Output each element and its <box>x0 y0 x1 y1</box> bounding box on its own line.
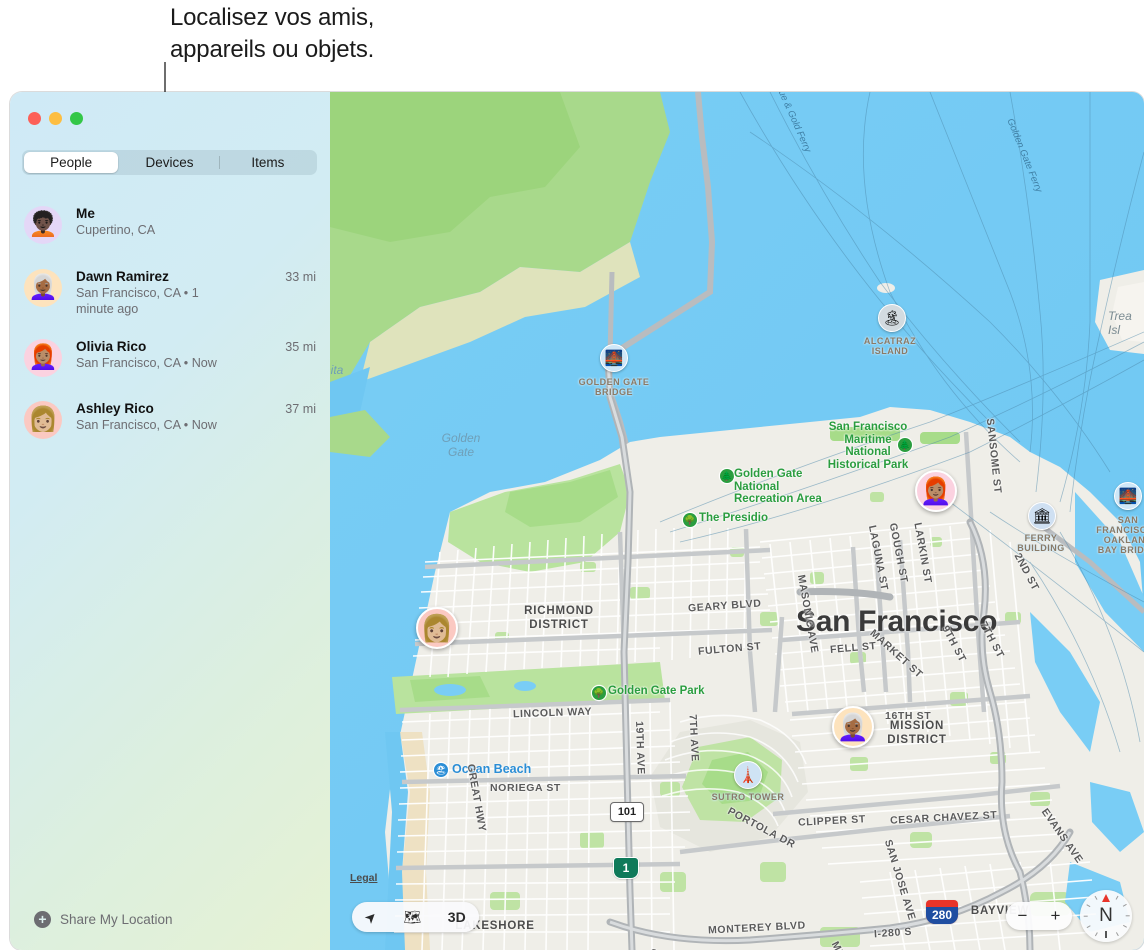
person-location: San Francisco, CA • Now <box>76 418 238 434</box>
tab-items[interactable]: Items <box>221 152 315 173</box>
avatar: 👩🏾‍🦳 <box>24 269 62 307</box>
tab-people[interactable]: People <box>24 152 118 173</box>
legal-link[interactable]: Legal <box>350 872 377 884</box>
person-name: Me <box>76 206 316 221</box>
highway-shield-i-280: 280 <box>926 900 958 924</box>
compass-south-mark <box>1105 931 1107 938</box>
minimize-button[interactable] <box>49 112 62 125</box>
person-location: Cupertino, CA <box>76 223 238 239</box>
person-location: San Francisco, CA • Now <box>76 356 238 372</box>
sidebar: People Devices Items 🧑🏿‍🦱 Me Cupertino, … <box>10 92 330 950</box>
presidio-pin-icon[interactable]: 🌳 <box>683 513 697 527</box>
ggnra-pin-icon[interactable]: 🌲 <box>720 469 734 483</box>
list-item[interactable]: 👩🏽‍🦰 Olivia Rico San Francisco, CA • Now… <box>10 326 330 386</box>
zoom-button[interactable] <box>70 112 83 125</box>
find-my-window: People Devices Items 🧑🏿‍🦱 Me Cupertino, … <box>10 92 1144 950</box>
compass-control[interactable]: N <box>1080 890 1132 942</box>
golden-gate-park-pin-icon[interactable]: 🌳 <box>592 686 606 700</box>
highway-shield-us-101: 101 <box>610 802 644 822</box>
zoom-controls: − + <box>1006 902 1072 930</box>
maritime-park-pin-icon[interactable]: 🌲 <box>898 438 912 452</box>
locate-icon[interactable]: ➤ <box>361 907 381 927</box>
avatar: 👩🏽‍🦰 <box>24 339 62 377</box>
person-name: Olivia Rico <box>76 339 285 354</box>
person-location: San Francisco, CA • 1 minute ago <box>76 286 238 317</box>
zoom-out-button[interactable]: − <box>1018 906 1028 926</box>
person-name: Ashley Rico <box>76 401 285 416</box>
person-distance: 35 mi <box>285 338 316 354</box>
tab-devices[interactable]: Devices <box>122 152 216 173</box>
three-d-button[interactable]: 3D <box>448 909 466 925</box>
callout-line-2: appareils ou objets. <box>170 34 600 66</box>
people-list: 🧑🏿‍🦱 Me Cupertino, CA 👩🏾‍🦳 Dawn Ramirez … <box>10 196 330 448</box>
avatar: 👩🏼 <box>24 401 62 439</box>
ocean-beach-pin-icon[interactable]: 🏖 <box>434 763 448 777</box>
close-button[interactable] <box>28 112 41 125</box>
golden-gate-bridge-icon[interactable]: 🌉 <box>600 344 628 372</box>
dawn-ramirez-map-pin[interactable]: 👩🏾‍🦳 <box>832 706 874 748</box>
map-mode-toolbar: ➤ 🗺 3D <box>352 902 479 932</box>
share-my-location-button[interactable]: + Share My Location <box>10 911 330 928</box>
map-graphics <box>330 92 1144 950</box>
window-traffic-lights <box>28 112 83 125</box>
list-item[interactable]: 👩🏾‍🦳 Dawn Ramirez San Francisco, CA • 1 … <box>10 254 330 326</box>
person-name: Dawn Ramirez <box>76 269 285 284</box>
highway-shield-ca-1: 1 <box>613 857 639 879</box>
plus-circle-icon: + <box>34 911 51 928</box>
ferry-building-icon[interactable]: 🏛 <box>1028 502 1056 530</box>
olivia-rico-map-pin[interactable]: 👩🏽‍🦰 <box>915 470 957 512</box>
person-distance: 37 mi <box>285 400 316 416</box>
compass-needle-icon <box>1102 894 1110 902</box>
callout-annotation: Localisez vos amis, appareils ou objets. <box>170 2 600 65</box>
ashley-rico-map-pin[interactable]: 👩🏼 <box>416 607 458 649</box>
person-distance: 33 mi <box>285 268 316 284</box>
alcatraz-island-icon[interactable]: 🏝 <box>878 304 906 332</box>
bay-bridge-icon[interactable]: 🌉 <box>1114 482 1142 510</box>
map-canvas[interactable]: GoldenGate Blue & Gold Ferry Golden Gate… <box>330 92 1144 950</box>
avatar: 🧑🏿‍🦱 <box>24 206 62 244</box>
share-my-location-label: Share My Location <box>60 912 173 927</box>
callout-line-1: Localisez vos amis, <box>170 2 600 34</box>
list-item[interactable]: 🧑🏿‍🦱 Me Cupertino, CA <box>10 196 330 254</box>
list-item[interactable]: 👩🏼 Ashley Rico San Francisco, CA • Now 3… <box>10 386 330 448</box>
sutro-tower-icon[interactable]: 🗼 <box>734 761 762 789</box>
segmented-tab-bar: People Devices Items <box>22 150 317 175</box>
map-layers-icon[interactable]: 🗺 <box>404 909 422 926</box>
shield-number-text: 280 <box>926 907 958 924</box>
shield-interstate-text <box>941 900 943 907</box>
zoom-in-button[interactable]: + <box>1051 906 1061 926</box>
